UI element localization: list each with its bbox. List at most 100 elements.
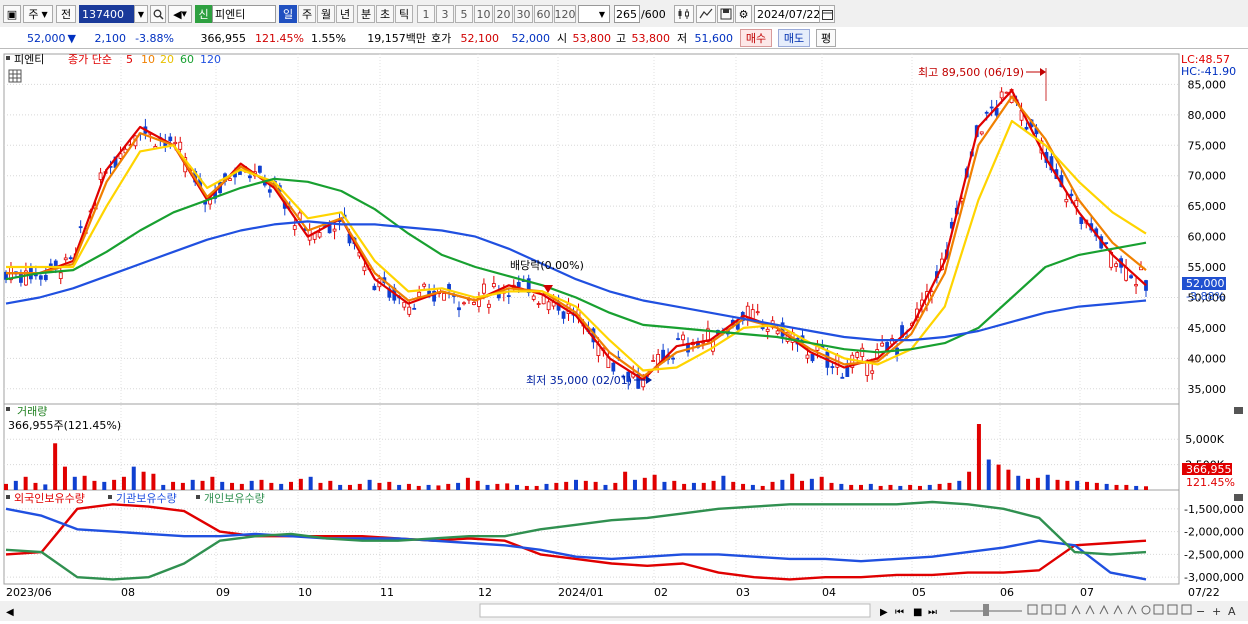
volume-panel-close-icon[interactable] [1234,407,1243,414]
save-icon[interactable] [717,5,734,23]
search-icon[interactable] [150,5,166,23]
interval-60-button[interactable]: 60 [534,5,553,23]
candle-body [755,311,760,314]
scroll-left-icon[interactable]: ◀ [6,607,14,618]
volume-bar [780,479,785,490]
stock-code-input[interactable]: 137400 [79,5,135,23]
zoom-in-icon[interactable]: + [1212,605,1221,618]
prev-button[interactable]: 전 [56,5,76,23]
indicator-icon[interactable] [696,5,716,23]
volume-bar [220,481,225,490]
interval-1-button[interactable]: 1 [417,5,435,23]
volume-title: 거래량 [17,405,47,418]
candle-body [681,334,685,341]
candle-body [267,189,272,193]
date-input[interactable]: 2024/07/22 [754,5,820,23]
volume-bar [888,484,893,490]
volume-bar [662,481,667,490]
candle-body [999,91,1004,99]
volume-bar [121,476,126,490]
volume-bar [731,481,736,490]
candle-body [407,306,412,315]
candle-body [855,352,860,358]
volume-bar [1094,482,1099,490]
candle-body [506,295,511,297]
volume-bar [318,482,323,490]
table-view-icon[interactable] [8,69,22,83]
market-select[interactable]: 주 ▼ [23,5,53,23]
volume-bar [308,476,313,490]
interval-10-button[interactable]: 10 [474,5,493,23]
volume-bar [809,478,814,490]
rewind-icon[interactable]: ⏮ [895,607,904,618]
legend-marker [6,56,10,60]
interval-3-button[interactable]: 3 [436,5,454,23]
volume-bar [377,482,382,490]
candle-body [327,225,332,234]
zoom-slider-handle[interactable] [983,604,989,616]
volume-bar [967,471,972,490]
period-minute-button[interactable]: 분 [357,5,375,23]
display-count-input[interactable]: 265 [614,5,640,23]
volume-bar [721,475,726,490]
period-day-button[interactable]: 일 [279,5,297,23]
period-second-button[interactable]: 초 [376,5,394,23]
scroll-right-icon[interactable]: ▶ [880,607,888,618]
calendar-icon[interactable] [819,5,835,23]
stock-name-field[interactable]: 피엔티 [212,5,276,23]
window-menu-icon[interactable]: ▣ [3,5,21,23]
chart-type-icon[interactable] [674,5,694,23]
holding-panel-close-icon[interactable] [1234,494,1243,501]
legend-foreign: 외국인보유수량 [14,492,85,505]
volume-bar [603,484,608,490]
interval-5-button[interactable]: 5 [455,5,473,23]
trade-amount: 19,157백만 [367,32,426,45]
period-tick-button[interactable]: 틱 [395,5,413,23]
candle-body [228,178,232,181]
period-month-button[interactable]: 월 [317,5,335,23]
scroll-thumb[interactable] [479,603,871,618]
period-week-button[interactable]: 주 [298,5,316,23]
font-size-icon[interactable]: A [1228,605,1236,618]
price-panel-frame [3,53,1180,405]
interval-dropdown-icon[interactable]: ▼ [595,5,609,23]
x-tick-label: 11 [380,586,394,599]
evaluate-button[interactable]: 평 [816,29,836,47]
zoom-out-icon[interactable]: − [1196,605,1205,618]
stop-icon[interactable]: ■ [913,607,922,618]
chart-svg[interactable]: 35,00040,00045,00050,00055,00060,00065,0… [0,49,1248,621]
period-year-button[interactable]: 년 [336,5,354,23]
volume-bar [505,483,510,490]
market-label: 주 [28,8,39,21]
candle-body [611,362,616,372]
volume-bar [908,484,913,490]
x-tick-label: 05 [912,586,926,599]
open-value: 53,800 [572,31,612,45]
volume-panel-frame [3,403,1180,491]
holding-tick-label: -1,500,000 [1184,503,1244,516]
volume-bar [465,477,470,490]
interval-120-button[interactable]: 120 [554,5,576,23]
speaker-icon[interactable]: ◀ ▼ [168,5,192,23]
interval-30-button[interactable]: 30 [514,5,533,23]
buy-button[interactable]: 매수 [740,29,772,47]
price-tick-label: 70,000 [1188,170,1227,183]
volume-bar [23,476,28,490]
dividend-annotation: 배당락(0.00%) [510,259,584,272]
volume-bar [4,483,8,490]
candle-body [332,228,337,232]
sell-button[interactable]: 매도 [778,29,810,47]
interval-20-button[interactable]: 20 [494,5,513,23]
code-dropdown-icon[interactable]: ▼ [134,5,148,23]
candle-body [880,342,885,347]
volume-bar [1144,486,1148,490]
candle-body [989,106,994,109]
chart-area[interactable]: 35,000 40,000 45,000 50,000 55,000 60,000 65,0… [0,49,1248,621]
forward-icon[interactable]: ⏭ [928,607,937,618]
gear-icon[interactable]: ⚙ [735,5,752,23]
volume-bar [249,480,254,490]
candle-body [68,257,73,260]
candle-body [536,303,541,305]
volume-bar [1085,481,1090,490]
x-tick-label: 03 [736,586,750,599]
